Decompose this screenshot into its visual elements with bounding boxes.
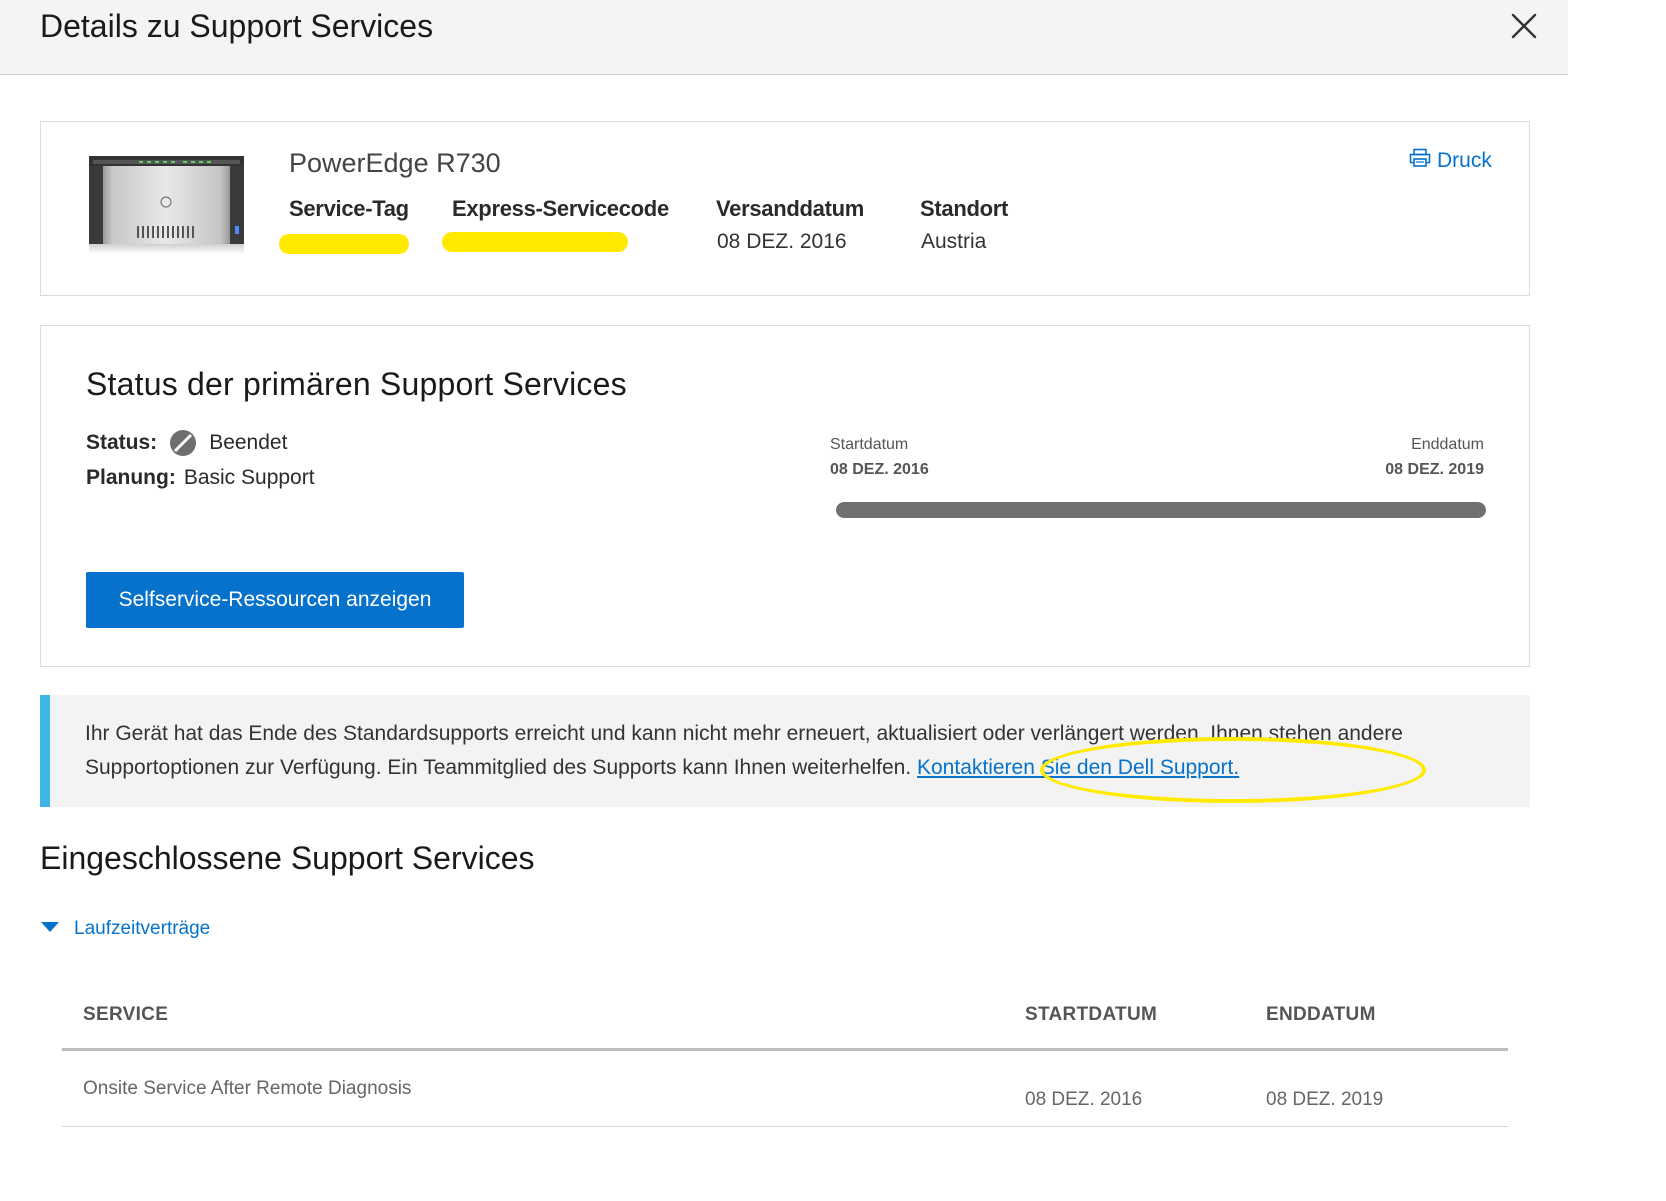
- self-service-button[interactable]: Selfservice-Ressourcen anzeigen: [86, 572, 464, 628]
- dialog-header: Details zu Support Services: [0, 0, 1568, 75]
- plan-label: Planung:: [86, 466, 176, 489]
- plan-value: Basic Support: [183, 466, 315, 489]
- end-date-label: Enddatum: [1411, 436, 1484, 453]
- accordion-term-contracts[interactable]: Laufzeitverträge: [40, 918, 210, 940]
- redaction-highlight: [279, 234, 409, 254]
- end-date-cell: 08 DEZ. 2019: [1266, 1089, 1384, 1110]
- redaction-highlight: [442, 232, 628, 252]
- start-date-cell: 08 DEZ. 2016: [1025, 1089, 1143, 1110]
- server-image: [89, 156, 244, 254]
- status-row: Status: Beendet: [86, 429, 287, 457]
- print-label: Druck: [1437, 149, 1492, 172]
- end-date-value: 08 DEZ. 2019: [1385, 461, 1484, 478]
- ship-date-label: Versanddatum: [716, 196, 865, 221]
- contract-progress-bar: [836, 502, 1486, 518]
- status-label: Status:: [86, 431, 158, 454]
- product-card: PowerEdge R730 Service-Tag Express-Servi…: [40, 121, 1530, 296]
- caret-down-icon: [40, 918, 60, 940]
- printer-icon: [1409, 148, 1431, 174]
- dialog-title: Details zu Support Services: [40, 8, 434, 44]
- location-label: Standort: [920, 196, 1009, 221]
- accordion-label: Laufzeitverträge: [74, 918, 211, 939]
- plan-row: Planung: Basic Support: [86, 466, 315, 490]
- product-name: PowerEdge R730: [289, 148, 501, 178]
- included-services-title: Eingeschlossene Support Services: [40, 840, 535, 876]
- start-date-label: Startdatum: [830, 436, 909, 453]
- print-link[interactable]: Druck: [1409, 148, 1492, 174]
- express-code-label: Express-Servicecode: [452, 196, 669, 221]
- end-of-support-notice: Ihr Gerät hat das Ende des Standardsuppo…: [40, 695, 1530, 807]
- table-row: Onsite Service After Remote Diagnosis 08…: [62, 1051, 1508, 1127]
- location-value: Austria: [921, 230, 987, 253]
- column-header-start: STARTDATUM: [1025, 1004, 1158, 1025]
- column-header-end: ENDDATUM: [1266, 1004, 1376, 1025]
- notice-text: Ihr Gerät hat das Ende des Standardsuppo…: [85, 717, 1485, 785]
- start-date-value: 08 DEZ. 2016: [830, 461, 929, 478]
- service-cell: Onsite Service After Remote Diagnosis: [83, 1078, 412, 1099]
- ended-icon: [169, 429, 197, 457]
- close-icon[interactable]: [1506, 8, 1542, 44]
- status-card: Status der primären Support Services Sta…: [40, 325, 1530, 667]
- status-title: Status der primären Support Services: [86, 366, 627, 402]
- contact-support-link[interactable]: Kontaktieren Sie den Dell Support.: [917, 756, 1239, 779]
- status-value: Beendet: [209, 431, 288, 454]
- ship-date-value: 08 DEZ. 2016: [717, 230, 847, 253]
- service-tag-label: Service-Tag: [289, 196, 409, 221]
- column-header-service: SERVICE: [83, 1004, 169, 1025]
- progress-fill: [836, 502, 1486, 518]
